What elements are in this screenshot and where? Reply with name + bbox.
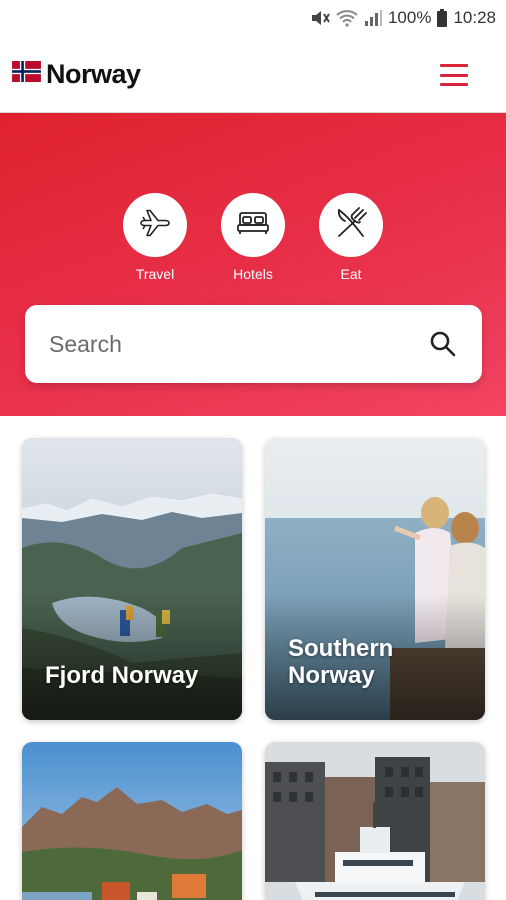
quick-links: Travel Hotels Eat <box>0 193 506 282</box>
quick-link-label: Travel <box>135 266 175 282</box>
app-title: Norway <box>46 58 141 89</box>
card-southern-norway[interactable]: Southern Norway <box>265 438 485 720</box>
fork-knife-icon <box>333 205 369 246</box>
battery-percent: 100% <box>387 8 432 27</box>
mountain-village-photo <box>22 742 242 900</box>
norway-flag-icon <box>12 61 41 87</box>
card-mountain-village[interactable] <box>22 742 242 900</box>
search-icon[interactable] <box>428 329 458 359</box>
quick-link-label: Hotels <box>233 266 273 282</box>
hamburger-menu-icon[interactable] <box>440 64 468 86</box>
hero-banner: Travel Hotels Eat Search <box>0 113 506 416</box>
card-harbor[interactable] <box>265 742 485 900</box>
brand[interactable]: Norway <box>12 59 141 90</box>
airplane-icon <box>137 205 173 246</box>
search-input[interactable] <box>49 330 428 358</box>
card-title: Fjord Norway <box>45 662 199 690</box>
search-bar <box>25 305 482 383</box>
card-title: Southern Norway <box>288 634 394 690</box>
quick-link-eat[interactable]: Eat <box>319 193 383 282</box>
app-header: Norway <box>0 36 506 113</box>
harbor-ferry-photo <box>265 742 485 900</box>
quick-link-hotels[interactable]: Hotels <box>221 193 285 282</box>
bed-icon <box>235 205 271 246</box>
card-fjord-norway[interactable]: Fjord Norway <box>22 438 242 720</box>
quick-link-label: Eat <box>340 266 362 282</box>
wifi-icon <box>336 9 358 27</box>
battery-icon <box>437 9 448 27</box>
quick-link-travel[interactable]: Travel <box>123 193 187 282</box>
mute-icon <box>310 9 330 27</box>
signal-icon <box>364 9 382 27</box>
clock: 10:28 <box>453 8 496 27</box>
status-bar: 100% 10:28 <box>0 0 506 36</box>
